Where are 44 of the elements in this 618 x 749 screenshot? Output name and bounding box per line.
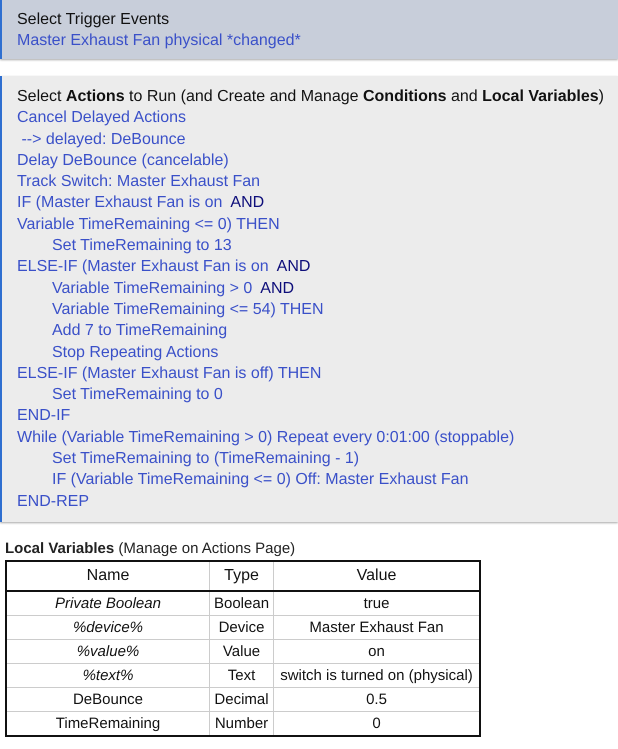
action-line[interactable]: END-IF xyxy=(17,405,70,427)
action-line[interactable]: Variable TimeRemaining <= 54) THEN xyxy=(52,298,324,320)
trigger-event-link[interactable]: Master Exhaust Fan physical *changed* xyxy=(17,30,301,52)
name-cell: %device% xyxy=(6,615,210,640)
local-variables-title: Local Variables (Manage on Actions Page) xyxy=(5,540,296,557)
column-header: Name xyxy=(6,560,210,591)
action-line[interactable]: Cancel Delayed Actions xyxy=(17,107,186,129)
action-line[interactable]: Variable TimeRemaining > 0 AND xyxy=(52,278,294,299)
action-line[interactable]: --> delayed: DeBounce xyxy=(17,128,186,150)
value-cell: Master Exhaust Fan xyxy=(274,615,480,640)
trigger-title: Select Trigger Events xyxy=(17,10,170,30)
action-line[interactable]: ELSE-IF (Master Exhaust Fan is on AND xyxy=(17,256,310,278)
type-cell: Device xyxy=(210,615,274,640)
action-line[interactable]: IF (Variable TimeRemaining <= 0) Off: Master Exhaust Fan xyxy=(52,469,468,491)
action-line[interactable]: Set TimeRemaining to (TimeRemaining - 1) xyxy=(52,448,360,470)
type-cell: Boolean xyxy=(210,590,274,616)
name-cell: %value% xyxy=(6,639,210,664)
action-line[interactable]: Track Switch: Master Exhaust Fan xyxy=(17,171,260,192)
column-header: Type xyxy=(210,560,274,591)
name-cell: DeBounce xyxy=(6,687,210,712)
column-header: Value xyxy=(274,560,480,591)
value-cell: true xyxy=(274,590,480,616)
type-cell: Decimal xyxy=(210,687,274,712)
name-cell: %text% xyxy=(6,663,210,688)
value-cell: switch is turned on (physical) xyxy=(274,663,480,688)
value-cell: 0 xyxy=(274,711,480,736)
action-line[interactable]: Delay DeBounce (cancelable) xyxy=(17,150,229,172)
action-line[interactable]: Variable TimeRemaining <= 0) THEN xyxy=(17,214,280,236)
type-cell: Text xyxy=(210,663,274,688)
action-line[interactable]: Stop Repeating Actions xyxy=(52,342,218,363)
action-line[interactable]: While (Variable TimeRemaining > 0) Repeat every 0:01:00 (stoppable) xyxy=(17,426,514,448)
value-cell: 0.5 xyxy=(274,687,480,712)
action-line[interactable]: Set TimeRemaining to 13 xyxy=(52,235,232,256)
name-cell: TimeRemaining xyxy=(6,711,210,736)
action-line[interactable]: IF (Master Exhaust Fan is on AND xyxy=(17,192,264,214)
action-line[interactable]: Set TimeRemaining to 0 xyxy=(52,384,223,406)
action-line[interactable]: ELSE-IF (Master Exhaust Fan is off) THEN xyxy=(17,362,322,384)
type-cell: Number xyxy=(210,711,274,736)
value-cell: on xyxy=(274,639,480,664)
type-cell: Value xyxy=(210,639,274,664)
action-line[interactable]: END-REP xyxy=(17,490,90,512)
action-line[interactable]: Add 7 to TimeRemaining xyxy=(52,320,228,342)
actions-title: Select Actions to Run (and Create and Manage Conditions and Local Variables) xyxy=(17,87,603,108)
name-cell: Private Boolean xyxy=(6,590,210,616)
